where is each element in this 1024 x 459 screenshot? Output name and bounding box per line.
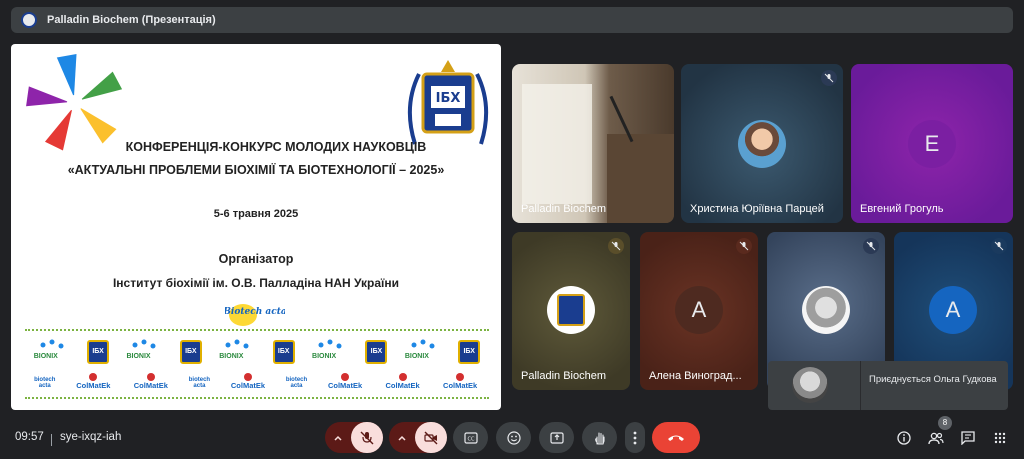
meeting-details-button[interactable]: [893, 427, 915, 449]
participant-tile[interactable]: Palladin Biochem: [512, 64, 674, 223]
chat-button[interactable]: [957, 427, 979, 449]
people-icon: [928, 432, 944, 445]
present-screen-icon: [549, 431, 564, 444]
participant-tile[interactable]: E Евгений Грогуль: [851, 64, 1013, 223]
leave-call-button[interactable]: [652, 422, 700, 453]
time-divider: [51, 434, 52, 446]
mic-off-icon: [863, 238, 879, 254]
participant-avatar: E: [908, 120, 956, 168]
ibh-logo: ІБХ: [458, 340, 481, 364]
partners-strip: BIONIX ІБХ BIONIX ІБХ BIONIX ІБХ BIONIX …: [25, 329, 489, 399]
colmatek-logo: ColMatEk: [129, 373, 173, 395]
emoji-icon: [506, 430, 521, 445]
presentation-slide: ІБХ КОНФЕРЕНЦІЯ-КОНКУРС МОЛОДИХ НАУКОВЦІ…: [11, 44, 501, 410]
participant-name: Алена Виноград...: [649, 370, 742, 382]
participant-avatar: A: [675, 286, 723, 334]
bionix-logo: BIONIX: [312, 339, 348, 365]
participant-avatar: [802, 286, 850, 334]
mic-off-icon: [608, 238, 624, 254]
slide-heading-line1: КОНФЕРЕНЦІЯ-КОНКУРС МОЛОДИХ НАУКОВЦІВ: [125, 140, 427, 154]
bionix-logo: BIONIX: [34, 339, 70, 365]
participant-avatar: [547, 286, 595, 334]
activities-button[interactable]: [989, 427, 1011, 449]
hang-up-icon: [668, 435, 684, 441]
audio-options-chevron-icon[interactable]: [325, 422, 351, 453]
slide-organizer-name: Інститут біохімії ім. О.В. Палладіна НАН…: [112, 276, 400, 290]
presentation-title-bar: Palladin Biochem (Презентація): [11, 7, 1013, 33]
presentation-title: Palladin Biochem (Презентація): [47, 14, 216, 26]
biotech-logo-text: Biotech acta: [225, 307, 285, 317]
people-button[interactable]: [925, 427, 947, 449]
video-options-chevron-icon[interactable]: [389, 422, 415, 453]
toast-divider: [860, 361, 861, 410]
ibh-logo: ІБХ: [179, 340, 202, 364]
present-screen-button[interactable]: [539, 422, 574, 453]
participant-avatar: [738, 120, 786, 168]
reactions-button[interactable]: [496, 422, 531, 453]
participant-avatar: A: [929, 286, 977, 334]
colmatek-logo: ColMatEk: [323, 373, 367, 395]
bionix-logo: BIONIX: [126, 339, 162, 365]
svg-text:CC: CC: [467, 436, 474, 442]
info-icon: [897, 431, 911, 445]
mic-off-icon: [991, 238, 1007, 254]
colmatek-logo: ColMatEk: [71, 373, 115, 395]
chat-icon: [961, 431, 975, 445]
ibh-logo: ІБХ: [87, 340, 110, 364]
participant-name: Palladin Biochem: [521, 203, 606, 215]
colmatek-logo: ColMatEk: [381, 373, 425, 395]
camera-control[interactable]: [389, 422, 447, 453]
mic-off-button[interactable]: [351, 422, 383, 453]
participant-tile[interactable]: A Алена Виноград...: [640, 232, 758, 390]
bionix-logo: BIONIX: [405, 339, 441, 365]
bionix-logo: BIONIX: [219, 339, 255, 365]
participant-tile[interactable]: Palladin Biochem: [512, 232, 630, 390]
crest-text: ІБХ: [436, 91, 461, 106]
people-count-badge: 8: [938, 416, 952, 430]
raise-hand-icon: [594, 431, 605, 445]
slide-organizer-label: Організатор: [218, 252, 294, 266]
captions-button[interactable]: CC: [453, 422, 488, 453]
partners-row-bottom: biotech acta ColMatEk ColMatEk biotech a…: [25, 373, 489, 395]
meeting-time: 09:57: [15, 431, 44, 443]
microphone-control[interactable]: [325, 422, 383, 453]
ibh-logo: ІБХ: [272, 340, 295, 364]
slide-dates: 5-6 травня 2025: [213, 208, 299, 220]
participant-name: Христина Юріївна Парцей: [690, 203, 824, 215]
biotech-acta-small-logo: biotech acta: [34, 377, 56, 389]
camera-off-button[interactable]: [415, 422, 447, 453]
join-message: Приєднується Ольга Гудкова: [869, 374, 997, 385]
meeting-control-bar: 09:57 sye-ixqz-iah CC: [0, 420, 1024, 459]
join-notification[interactable]: Приєднується Ольга Гудкова: [768, 361, 1008, 410]
more-vert-icon: [633, 431, 637, 444]
participant-tile[interactable]: Христина Юріївна Парцей: [681, 64, 843, 223]
raise-hand-button[interactable]: [582, 422, 617, 453]
biotech-acta-small-logo: biotech acta: [188, 377, 211, 389]
palladin-logo-icon: [21, 12, 37, 28]
biotech-acta-small-logo: biotech acta: [285, 377, 308, 389]
mic-off-icon: [736, 238, 752, 254]
ibh-logo: ІБХ: [365, 340, 388, 364]
captions-icon: CC: [463, 431, 478, 444]
meeting-code: sye-ixqz-iah: [60, 431, 122, 443]
participant-name: Palladin Biochem: [521, 370, 606, 382]
joining-user-avatar: [792, 367, 828, 403]
apps-grid-icon: [994, 432, 1006, 444]
slide-heading-line2: «АКТУАЛЬНІ ПРОБЛЕМИ БІОХІМІЇ ТА БІОТЕХНО…: [67, 163, 445, 177]
colmatek-logo: ColMatEk: [226, 373, 270, 395]
more-options-button[interactable]: [625, 422, 645, 453]
biotech-acta-logo-icon: Biotech acta: [225, 304, 285, 326]
mic-off-icon: [821, 70, 837, 86]
colmatek-logo: ColMatEk: [438, 373, 482, 395]
partners-row-top: BIONIX ІБХ BIONIX ІБХ BIONIX ІБХ BIONIX …: [25, 339, 489, 365]
participant-name: Евгений Грогуль: [860, 203, 944, 215]
